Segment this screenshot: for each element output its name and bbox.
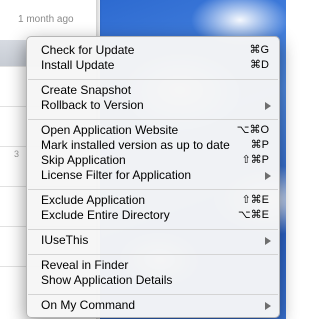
menu-item-create-snapshot[interactable]: Create Snapshot (27, 83, 279, 98)
submenu-arrow-icon (265, 302, 271, 310)
submenu-arrow-icon (265, 102, 271, 110)
menu-item-license-filter[interactable]: License Filter for Application (27, 168, 279, 183)
submenu-arrow-icon (265, 237, 271, 245)
menu-item-skip-application[interactable]: Skip Application ⇧⌘P (27, 153, 279, 168)
context-menu: Check for Update ⌘G Install Update ⌘D Cr… (26, 36, 280, 318)
menu-item-open-application-website[interactable]: Open Application Website ⌥⌘O (27, 123, 279, 138)
menu-item-exclude-application[interactable]: Exclude Application ⇧⌘E (27, 193, 279, 208)
menu-item-shortcut: ⌘D (250, 59, 269, 71)
menu-item-shortcut: ⌘P (250, 139, 269, 151)
menu-item-shortcut: ⌥⌘O (236, 124, 269, 136)
menu-item-label: Exclude Application (41, 193, 146, 207)
menu-item-label: On My Command (41, 298, 136, 312)
menu-item-label: Open Application Website (41, 123, 179, 137)
menu-item-label: Create Snapshot (41, 83, 132, 97)
relative-time-label: 1 month ago (18, 14, 74, 25)
menu-item-shortcut: ⌘G (249, 44, 269, 56)
menu-item-install-update[interactable]: Install Update ⌘D (27, 58, 279, 73)
menu-item-rollback-to-version[interactable]: Rollback to Version (27, 98, 279, 113)
menu-item-shortcut: ⇧⌘P (241, 154, 269, 166)
menu-item-reveal-in-finder[interactable]: Reveal in Finder (27, 258, 279, 273)
menu-item-label: Reveal in Finder (41, 258, 129, 272)
menu-item-label: Check for Update (41, 43, 135, 57)
menu-item-label: Mark installed version as up to date (41, 138, 230, 152)
menu-item-shortcut: ⌥⌘E (237, 209, 269, 221)
menu-item-label: Skip Application (41, 153, 126, 167)
menu-item-shortcut: ⇧⌘E (241, 194, 269, 206)
menu-item-mark-up-to-date[interactable]: Mark installed version as up to date ⌘P (27, 138, 279, 153)
menu-item-label: Rollback to Version (41, 98, 144, 112)
menu-item-show-application-details[interactable]: Show Application Details (27, 273, 279, 288)
list-row[interactable]: 1 month ago (0, 0, 100, 41)
menu-item-exclude-entire-directory[interactable]: Exclude Entire Directory ⌥⌘E (27, 208, 279, 223)
menu-separator (28, 189, 278, 190)
submenu-arrow-icon (265, 172, 271, 180)
menu-separator (28, 229, 278, 230)
menu-separator (28, 254, 278, 255)
menu-item-check-for-update[interactable]: Check for Update ⌘G (27, 43, 279, 58)
menu-item-label: Exclude Entire Directory (41, 208, 170, 222)
menu-separator (28, 79, 278, 80)
menu-item-label: License Filter for Application (41, 168, 192, 182)
menu-separator (28, 119, 278, 120)
menu-item-iusethis[interactable]: IUseThis (27, 233, 279, 248)
menu-item-label: IUseThis (41, 233, 89, 247)
menu-item-label: Show Application Details (41, 273, 173, 287)
menu-item-on-my-command[interactable]: On My Command (27, 298, 279, 313)
menu-separator (28, 294, 278, 295)
row-number-label: 3 (14, 149, 20, 159)
menu-item-label: Install Update (41, 58, 115, 72)
